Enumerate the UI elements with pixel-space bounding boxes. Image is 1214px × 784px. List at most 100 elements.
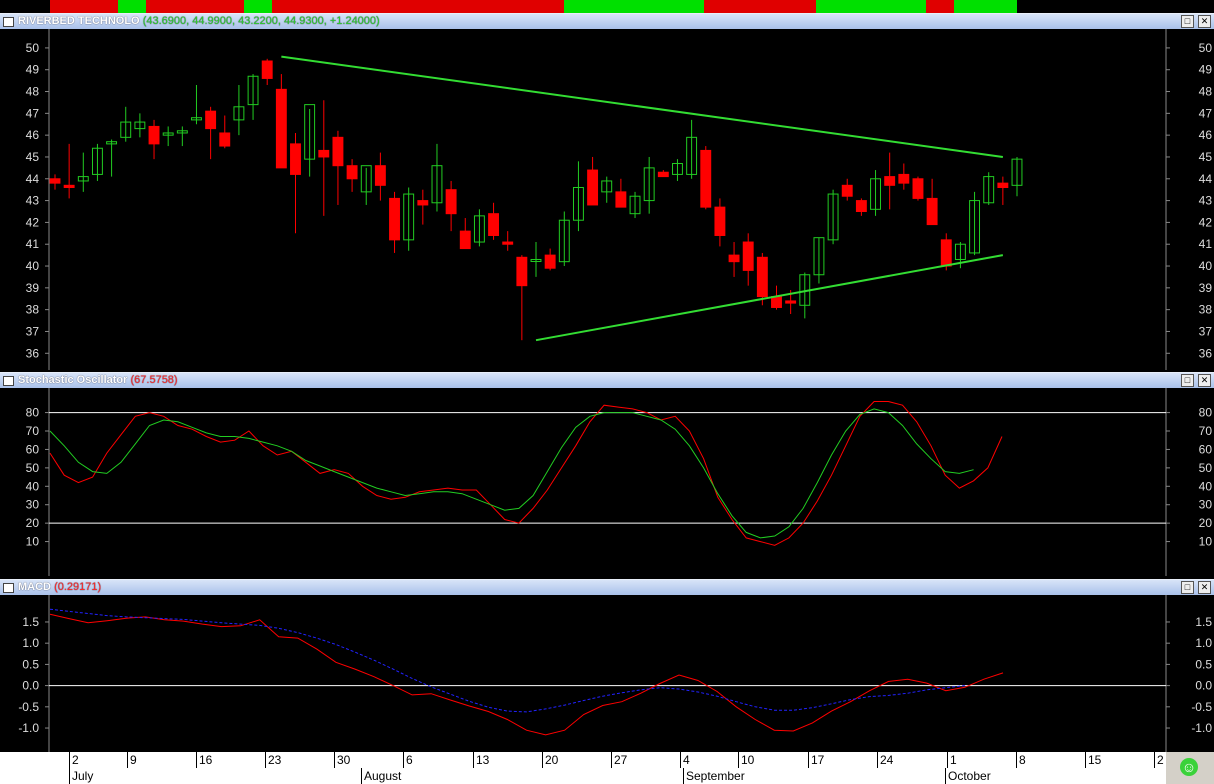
macd-pane-header[interactable]: MACD (0.29171) □ ✕ [0, 579, 1214, 596]
y-tick-label: 44 [1199, 172, 1213, 186]
status-segment [244, 0, 272, 13]
candle-body [275, 88, 287, 169]
date-tick: 20 [542, 752, 558, 768]
y-tick-label: -0.5 [18, 700, 39, 714]
y-tick-label: 50 [1199, 461, 1213, 475]
candle-body [346, 165, 358, 180]
pane-menu-icon[interactable] [3, 376, 14, 386]
y-tick-label: 60 [1199, 442, 1213, 456]
maximize-icon[interactable]: □ [1181, 15, 1194, 28]
candle-body [714, 206, 726, 236]
month-label: August [361, 768, 401, 784]
candle-body [516, 256, 528, 287]
candle-body [657, 171, 669, 178]
y-tick-label: 30 [1199, 498, 1213, 512]
y-tick-label: 45 [1199, 150, 1213, 164]
macd-chart[interactable]: 1.5 1.5 1.0 1.0 0.5 0.5 0.0 0.0 -0.5 -0.5 -1.0 -1.0 [0, 595, 1214, 752]
maximize-icon[interactable]: □ [1181, 374, 1194, 387]
candle-body [445, 189, 457, 215]
candle-body [290, 143, 301, 175]
date-tick: 27 [611, 752, 627, 768]
candle-body [940, 239, 952, 267]
status-corner: ☺ [1166, 752, 1214, 784]
price-chart[interactable]: 50 50 49 49 48 48 47 47 46 46 45 45 44 44 43 43 42 42 41 41… [0, 29, 1214, 370]
candle-body [389, 197, 400, 241]
macd-chart-pane[interactable]: 1.5 1.5 1.0 1.0 0.5 0.5 0.0 0.0 -0.5 -0.5 -1.0 -1.0 [0, 595, 1214, 752]
close-icon[interactable]: ✕ [1198, 15, 1211, 28]
candle-body [884, 176, 896, 186]
stochastic-chart-pane[interactable]: 80 80 70 70 60 60 50 50 40 40 30 30 20 20 10 10 [0, 388, 1214, 576]
y-tick-label: 1.0 [1195, 636, 1212, 650]
ohlc-values: (43.6900, 44.9900, 43.2200, 44.9300, +1.… [142, 15, 380, 27]
stochastic-pane-header[interactable]: Stochastic Oscillator (67.5758) □ ✕ [0, 372, 1214, 389]
y-tick-label: 38 [1199, 303, 1213, 317]
date-tick: 1 [947, 752, 957, 768]
status-segment [816, 0, 926, 13]
date-tick: 16 [196, 752, 212, 768]
y-tick-label: 0.0 [22, 679, 39, 693]
y-tick-label: -1.0 [1191, 721, 1212, 735]
y-tick-label: 36 [1199, 346, 1213, 360]
y-tick-label: 37 [26, 324, 40, 338]
y-tick-label: 47 [26, 106, 40, 120]
date-axis[interactable]: 2 9 16 23 30 6 13 20 27 4 10 17 24 1 8 15 2 July August Sep… [0, 752, 1214, 784]
status-segment [564, 0, 704, 13]
y-tick-label: 80 [1199, 406, 1213, 420]
stochastic-chart[interactable]: 80 80 70 70 60 60 50 50 40 40 30 30 20 20 10 10 [0, 388, 1214, 576]
y-tick-label: 42 [26, 215, 40, 229]
price-pane-header[interactable]: RIVERBED TECHNOLO (43.6900, 44.9900, 43.… [0, 13, 1214, 30]
date-tick: 2 [1154, 752, 1164, 768]
candle-body [219, 132, 231, 147]
y-tick-label: 48 [1199, 85, 1213, 99]
indicator-value: (0.29171) [54, 581, 102, 593]
y-tick-label: 50 [26, 461, 40, 475]
y-tick-label: 46 [1199, 128, 1213, 142]
status-segment [50, 0, 118, 13]
date-tick: 6 [403, 752, 413, 768]
status-segment [118, 0, 146, 13]
candle-body [63, 184, 75, 189]
y-tick-label: 20 [26, 516, 40, 530]
candle-body [205, 110, 217, 130]
maximize-icon[interactable]: □ [1181, 581, 1194, 594]
close-icon[interactable]: ✕ [1198, 374, 1211, 387]
y-tick-label: 50 [26, 41, 40, 55]
y-tick-label: 37 [1199, 324, 1213, 338]
y-tick-label: 39 [26, 281, 40, 295]
pane-menu-icon[interactable] [3, 583, 14, 593]
candle-body [912, 178, 924, 199]
pane-menu-icon[interactable] [3, 17, 14, 27]
candle-body [502, 241, 514, 245]
close-icon[interactable]: ✕ [1198, 581, 1211, 594]
smiley-icon[interactable]: ☺ [1180, 758, 1198, 776]
date-tick: 10 [738, 752, 754, 768]
y-tick-label: -1.0 [18, 721, 39, 735]
price-chart-pane[interactable]: 50 50 49 49 48 48 47 47 46 46 45 45 44 44 43 43 42 42 41 41… [0, 29, 1214, 370]
y-tick-label: 46 [26, 128, 40, 142]
date-tick: 13 [473, 752, 489, 768]
status-segment [954, 0, 1017, 13]
y-tick-label: 44 [26, 172, 40, 186]
date-tick: 23 [265, 752, 281, 768]
candle-body [615, 191, 627, 208]
candle-body [587, 169, 599, 206]
candle-body [997, 182, 1009, 189]
y-tick-label: 1.5 [22, 615, 39, 629]
y-tick-label: 70 [1199, 424, 1213, 438]
y-tick-label: -0.5 [1191, 700, 1212, 714]
y-tick-label: 43 [1199, 194, 1213, 208]
y-tick-label: 0.5 [22, 657, 39, 671]
candle-body [332, 136, 344, 167]
y-tick-label: 39 [1199, 281, 1213, 295]
date-tick: 24 [877, 752, 893, 768]
date-tick: 8 [1016, 752, 1026, 768]
candle-body [700, 149, 712, 208]
series-line [49, 613, 1004, 736]
y-tick-label: 38 [26, 303, 40, 317]
y-tick-label: 42 [1199, 215, 1213, 229]
y-tick-label: 47 [1199, 106, 1213, 120]
month-label: September [683, 768, 745, 784]
y-tick-label: 41 [26, 237, 40, 251]
candle-body [898, 173, 910, 184]
date-tick: 9 [127, 752, 137, 768]
